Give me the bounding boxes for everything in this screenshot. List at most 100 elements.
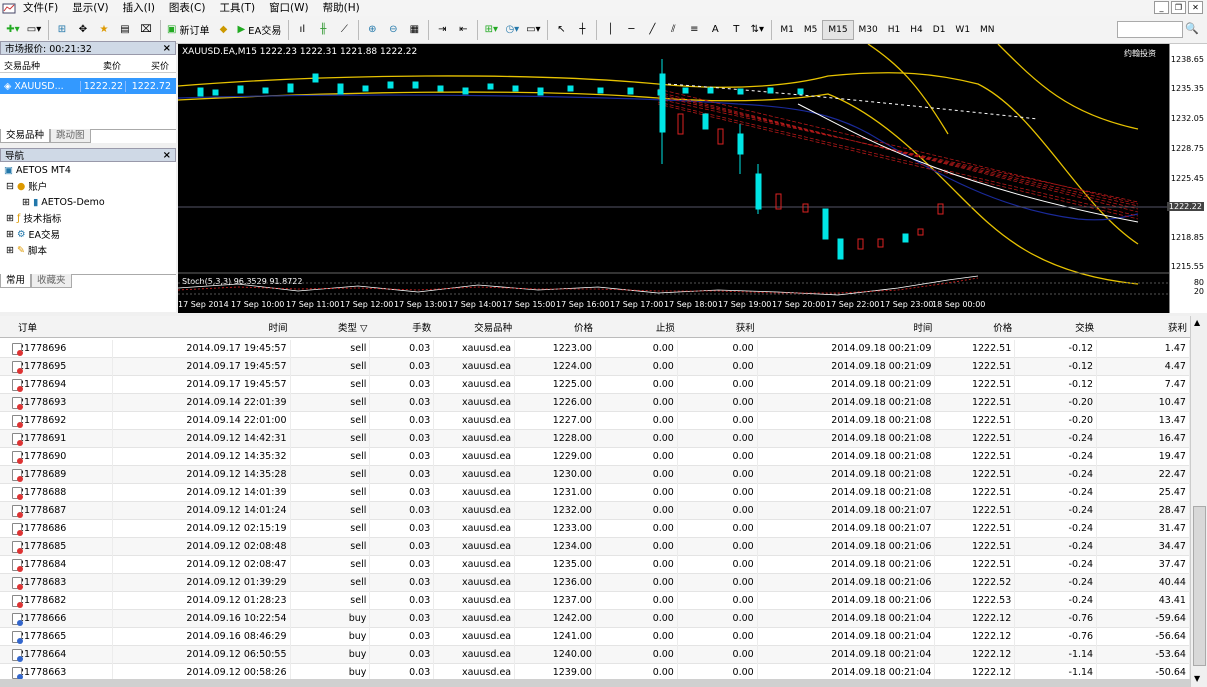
indicators-icon[interactable]: ⊞▾ bbox=[481, 20, 501, 40]
table-row[interactable]: 21778695 2014.09.17 19:45:57 sell 0.03 xauus… bbox=[0, 357, 1190, 376]
scrollbar[interactable]: ▲ ▼ bbox=[1190, 316, 1207, 687]
fibonacci-icon[interactable]: ≡ bbox=[684, 20, 704, 40]
table-row[interactable]: 21778682 2014.09.12 01:28:23 sell 0.03 xauus… bbox=[0, 591, 1190, 610]
table-row[interactable]: 21778687 2014.09.12 14:01:24 sell 0.03 xauus… bbox=[0, 501, 1190, 520]
tester-icon[interactable]: ⌧ bbox=[136, 20, 156, 40]
tree-demo-account[interactable]: ⊞ ▮ AETOS-Demo bbox=[0, 194, 176, 210]
tree-experts[interactable]: ⊞ ⚙ EA交易 bbox=[0, 226, 176, 242]
candlestick-icon[interactable]: ╫ bbox=[313, 20, 333, 40]
table-row[interactable]: 21778696 2014.09.17 19:45:57 sell 0.03 xauus… bbox=[0, 339, 1190, 358]
tree-root[interactable]: ▣ AETOS MT4 bbox=[0, 162, 176, 178]
arrows-icon[interactable]: ⇅▾ bbox=[747, 20, 767, 40]
minimize-icon[interactable]: _ bbox=[1154, 1, 1169, 14]
channel-icon[interactable]: ⫽ bbox=[663, 20, 683, 40]
col-sl[interactable]: 止损 bbox=[596, 320, 678, 334]
tab-favorites[interactable]: 收藏夹 bbox=[31, 274, 72, 288]
cursor-icon[interactable]: ↖ bbox=[551, 20, 571, 40]
col-profit[interactable]: 获利 bbox=[1097, 320, 1190, 334]
table-row[interactable]: 21778689 2014.09.12 14:35:28 sell 0.03 xauus… bbox=[0, 465, 1190, 484]
table-row[interactable]: 21778694 2014.09.17 19:45:57 sell 0.03 xauus… bbox=[0, 375, 1190, 394]
col-symbol[interactable]: 交易品种 bbox=[434, 320, 515, 334]
expand-icon[interactable]: ⊞ bbox=[6, 213, 14, 224]
close-icon[interactable]: ✕ bbox=[1188, 1, 1203, 14]
table-row[interactable]: 21778665 2014.09.16 08:46:29 buy 0.03 xauusd… bbox=[0, 627, 1190, 646]
tab-common[interactable]: 常用 bbox=[0, 274, 32, 288]
col-ask[interactable]: 买价 bbox=[125, 59, 173, 72]
vertical-line-icon[interactable]: │ bbox=[600, 20, 620, 40]
col-symbol[interactable]: 交易品种 bbox=[0, 59, 80, 72]
search-icon[interactable]: 🔍 bbox=[1185, 22, 1199, 35]
expand-icon[interactable]: ⊞ bbox=[6, 245, 14, 256]
col-price[interactable]: 价格 bbox=[515, 320, 596, 334]
col-bid[interactable]: 卖价 bbox=[80, 59, 125, 72]
chart-shift-icon[interactable]: ⇤ bbox=[453, 20, 473, 40]
table-row[interactable]: 21778691 2014.09.12 14:42:31 sell 0.03 xauus… bbox=[0, 429, 1190, 448]
metaeditor-icon[interactable]: ◆ bbox=[213, 20, 233, 40]
tree-scripts[interactable]: ⊞ ✎ 脚本 bbox=[0, 242, 176, 258]
terminal-icon[interactable]: ▤ bbox=[115, 20, 135, 40]
col-tp[interactable]: 获利 bbox=[678, 320, 758, 334]
line-chart-icon[interactable]: ⟋ bbox=[334, 20, 354, 40]
menu-charts[interactable]: 图表(C) bbox=[162, 0, 213, 16]
restore-icon[interactable]: ❐ bbox=[1171, 1, 1186, 14]
menu-help[interactable]: 帮助(H) bbox=[316, 0, 367, 16]
menu-view[interactable]: 显示(V) bbox=[65, 0, 115, 16]
table-row[interactable]: 21778692 2014.09.14 22:01:00 sell 0.03 xauus… bbox=[0, 411, 1190, 430]
profiles-icon[interactable]: ▭▾ bbox=[24, 20, 44, 40]
search-input[interactable] bbox=[1117, 21, 1183, 38]
expand-icon[interactable]: ⊞ bbox=[6, 229, 14, 240]
timeframe-m5[interactable]: M5 bbox=[799, 20, 823, 40]
timeframe-h1[interactable]: H1 bbox=[883, 20, 906, 40]
timeframe-m1[interactable]: M1 bbox=[775, 20, 799, 40]
table-row[interactable]: 21778666 2014.09.16 10:22:54 buy 0.03 xauusd… bbox=[0, 609, 1190, 628]
tab-ticks[interactable]: 跳动图 bbox=[50, 129, 91, 143]
close-icon[interactable]: × bbox=[163, 43, 171, 54]
scroll-up-icon[interactable]: ▲ bbox=[1194, 318, 1200, 327]
table-row[interactable]: 21778664 2014.09.12 06:50:55 buy 0.03 xauusd… bbox=[0, 645, 1190, 664]
scroll-thumb[interactable] bbox=[1193, 506, 1206, 666]
col-close-price[interactable]: 价格 bbox=[935, 320, 1015, 334]
market-watch-row[interactable]: ◈ XAUUSD... 1222.22 1222.72 bbox=[0, 78, 176, 94]
text-icon[interactable]: A bbox=[705, 20, 725, 40]
bar-chart-icon[interactable]: ıl bbox=[292, 20, 312, 40]
tile-windows-icon[interactable]: ▦ bbox=[404, 20, 424, 40]
timeframe-m15[interactable]: M15 bbox=[822, 19, 854, 40]
timeframe-w1[interactable]: W1 bbox=[950, 20, 975, 40]
table-row[interactable]: 21778690 2014.09.12 14:35:32 sell 0.03 xauus… bbox=[0, 447, 1190, 466]
menu-window[interactable]: 窗口(W) bbox=[262, 0, 316, 16]
menu-insert[interactable]: 插入(I) bbox=[116, 0, 162, 16]
new-order-button[interactable]: ▣ 新订单 bbox=[164, 20, 212, 40]
col-size[interactable]: 手数 bbox=[370, 320, 434, 334]
close-icon[interactable]: × bbox=[163, 150, 171, 161]
tree-indicators[interactable]: ⊞ ƒ 技术指标 bbox=[0, 210, 176, 226]
horizontal-line-icon[interactable]: ─ bbox=[621, 20, 641, 40]
menu-tools[interactable]: 工具(T) bbox=[212, 0, 262, 16]
timeframe-h4[interactable]: H4 bbox=[905, 20, 928, 40]
table-row[interactable]: 21778685 2014.09.12 02:08:48 sell 0.03 xauus… bbox=[0, 537, 1190, 556]
col-swap[interactable]: 交换 bbox=[1015, 320, 1097, 334]
templates-icon[interactable]: ▭▾ bbox=[523, 20, 543, 40]
table-row[interactable]: 21778684 2014.09.12 02:08:47 sell 0.03 xauus… bbox=[0, 555, 1190, 574]
ea-trading-button[interactable]: ▶ EA交易 bbox=[234, 20, 284, 40]
col-type[interactable]: 类型 ▽ bbox=[291, 320, 371, 334]
table-row[interactable]: 21778683 2014.09.12 01:39:29 sell 0.03 xauus… bbox=[0, 573, 1190, 592]
navigator-icon[interactable]: ★ bbox=[94, 20, 114, 40]
col-open-time[interactable]: 时间 bbox=[113, 320, 291, 334]
label-icon[interactable]: T bbox=[726, 20, 746, 40]
zoom-out-icon[interactable]: ⊖ bbox=[383, 20, 403, 40]
tree-accounts[interactable]: ⊟ ● 账户 bbox=[0, 178, 176, 194]
autoscroll-icon[interactable]: ⇥ bbox=[432, 20, 452, 40]
new-chart-icon[interactable]: ✚▾ bbox=[3, 20, 23, 40]
table-row[interactable]: 21778693 2014.09.14 22:01:39 sell 0.03 xauus… bbox=[0, 393, 1190, 412]
table-row[interactable]: 21778688 2014.09.12 14:01:39 sell 0.03 xauus… bbox=[0, 483, 1190, 502]
expand-icon[interactable]: ⊞ bbox=[22, 197, 30, 208]
timeframe-d1[interactable]: D1 bbox=[928, 20, 951, 40]
col-order[interactable]: 订单 bbox=[0, 320, 113, 334]
price-chart[interactable]: XAUUSD.EA,M15 1222.23 1222.31 1221.88 12… bbox=[178, 44, 1169, 313]
scroll-down-icon[interactable]: ▼ bbox=[1194, 674, 1200, 683]
col-close-time[interactable]: 时间 bbox=[758, 320, 936, 334]
tab-symbols[interactable]: 交易品种 bbox=[0, 129, 51, 143]
timeframe-m30[interactable]: M30 bbox=[854, 20, 883, 40]
trendline-icon[interactable]: ╱ bbox=[642, 20, 662, 40]
data-window-icon[interactable]: ✥ bbox=[73, 20, 93, 40]
